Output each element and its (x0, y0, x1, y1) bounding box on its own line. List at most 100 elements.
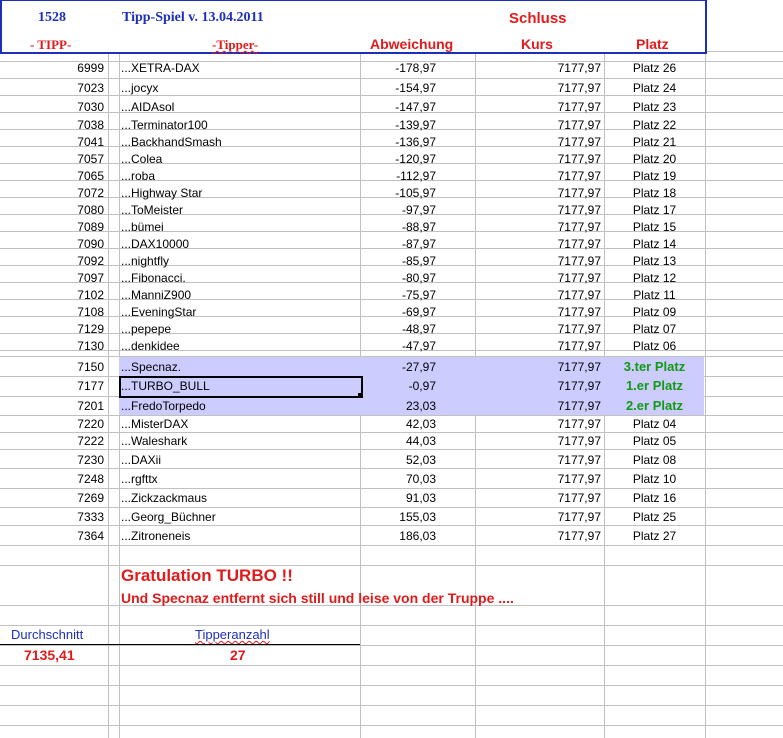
abweichung-cell[interactable]: -69,97 (362, 303, 436, 321)
platz-cell[interactable]: Platz 09 (606, 303, 703, 321)
abweichung-cell[interactable]: 91,03 (362, 489, 436, 507)
kurs-cell[interactable]: 7177,97 (477, 508, 601, 526)
tipp-cell[interactable]: 7269 (0, 489, 104, 507)
abweichung-cell[interactable]: -147,97 (362, 98, 436, 116)
platz-cell[interactable]: Platz 20 (606, 150, 703, 168)
tipp-cell[interactable]: 7108 (0, 303, 104, 321)
abweichung-cell[interactable]: 44,03 (362, 432, 436, 450)
kurs-cell[interactable]: 7177,97 (477, 252, 601, 270)
column-header-tipper[interactable]: -Tipper- (212, 37, 258, 53)
abweichung-cell[interactable]: -47,97 (362, 337, 436, 355)
tipper-cell[interactable]: ...pepepe (121, 320, 357, 338)
tipp-cell[interactable]: 7364 (0, 527, 104, 545)
tipp-cell[interactable]: 7201 (0, 397, 104, 415)
kurs-cell[interactable]: 7177,97 (477, 415, 601, 433)
tipp-cell[interactable]: 7097 (0, 269, 104, 287)
tipp-cell[interactable]: 7230 (0, 451, 104, 469)
tipp-cell[interactable]: 7102 (0, 286, 104, 304)
tipp-cell[interactable]: 7092 (0, 252, 104, 270)
platz-cell[interactable]: Platz 08 (606, 451, 703, 469)
platz-cell[interactable]: 3.ter Platz (606, 358, 703, 376)
tipp-cell[interactable]: 7222 (0, 432, 104, 450)
kurs-cell[interactable]: 7177,97 (477, 116, 601, 134)
column-header-tipp[interactable]: - TIPP- (30, 37, 71, 53)
kurs-cell[interactable]: 7177,97 (477, 320, 601, 338)
tipp-cell[interactable]: 7057 (0, 150, 104, 168)
platz-cell[interactable]: Platz 14 (606, 235, 703, 253)
kurs-cell[interactable]: 7177,97 (477, 269, 601, 287)
tipp-cell[interactable]: 7333 (0, 508, 104, 526)
platz-cell[interactable]: Platz 12 (606, 269, 703, 287)
tipp-cell[interactable]: 7130 (0, 337, 104, 355)
kurs-cell[interactable]: 7177,97 (477, 397, 601, 415)
tipp-cell[interactable]: 7030 (0, 98, 104, 116)
tipper-cell[interactable]: ...jocyx (121, 79, 357, 97)
tipper-cell[interactable]: ...BackhandSmash (121, 133, 357, 151)
abweichung-cell[interactable]: -80,97 (362, 269, 436, 287)
kurs-cell[interactable]: 7177,97 (477, 79, 601, 97)
column-header-platz[interactable]: Platz (636, 36, 669, 52)
platz-cell[interactable]: Platz 11 (606, 286, 703, 304)
tipper-cell[interactable]: ...Waleshark (121, 432, 357, 450)
abweichung-cell[interactable]: 52,03 (362, 451, 436, 469)
column-header-kurs[interactable]: Kurs (521, 36, 553, 52)
abweichung-cell[interactable]: -87,97 (362, 235, 436, 253)
tipperanzahl-value[interactable]: 27 (230, 646, 246, 664)
tipp-cell[interactable]: 7072 (0, 184, 104, 202)
kurs-cell[interactable]: 7177,97 (477, 218, 601, 236)
tipp-cell[interactable]: 7089 (0, 218, 104, 236)
kurs-cell[interactable]: 7177,97 (477, 201, 601, 219)
tipper-cell[interactable]: ...denkidee (121, 337, 357, 355)
tipp-cell[interactable]: 7065 (0, 167, 104, 185)
tipper-cell[interactable]: ...ManniZ900 (121, 286, 357, 304)
abweichung-cell[interactable]: 155,03 (362, 508, 436, 526)
abweichung-cell[interactable]: -154,97 (362, 79, 436, 97)
abweichung-cell[interactable]: -75,97 (362, 286, 436, 304)
tipper-cell[interactable]: ...FredoTorpedo (121, 397, 357, 415)
platz-cell[interactable]: Platz 18 (606, 184, 703, 202)
tipper-cell[interactable]: ...DAX10000 (121, 235, 357, 253)
platz-cell[interactable]: Platz 23 (606, 98, 703, 116)
abweichung-cell[interactable]: 23,03 (362, 397, 436, 415)
kurs-cell[interactable]: 7177,97 (477, 303, 601, 321)
abweichung-cell[interactable]: -139,97 (362, 116, 436, 134)
platz-cell[interactable]: 1.er Platz (606, 377, 703, 395)
tipper-cell[interactable]: ...AIDAsol (121, 98, 357, 116)
column-header-abweichung[interactable]: Abweichung (370, 36, 453, 52)
tipper-cell[interactable]: ...Zickzackmaus (121, 489, 357, 507)
platz-cell[interactable]: Platz 06 (606, 337, 703, 355)
platz-cell[interactable]: Platz 21 (606, 133, 703, 151)
platz-cell[interactable]: Platz 26 (606, 59, 703, 77)
platz-cell[interactable]: Platz 10 (606, 470, 703, 488)
kurs-cell[interactable]: 7177,97 (477, 358, 601, 376)
platz-cell[interactable]: Platz 15 (606, 218, 703, 236)
tipper-cell[interactable]: ...Terminator100 (121, 116, 357, 134)
platz-cell[interactable]: Platz 16 (606, 489, 703, 507)
abweichung-cell[interactable]: 186,03 (362, 527, 436, 545)
tipp-cell[interactable]: 7129 (0, 320, 104, 338)
tipper-cell[interactable]: ...Fibonacci. (121, 269, 357, 287)
kurs-cell[interactable]: 7177,97 (477, 489, 601, 507)
tipp-cell[interactable]: 7090 (0, 235, 104, 253)
durchschnitt-value[interactable]: 7135,41 (24, 646, 75, 664)
tipp-cell[interactable]: 7177 (0, 377, 104, 395)
tipp-cell[interactable]: 7150 (0, 358, 104, 376)
tipper-cell[interactable]: ...Zitroneneis (121, 527, 357, 545)
abweichung-cell[interactable]: -136,97 (362, 133, 436, 151)
tipper-cell[interactable]: ...MisterDAX (121, 415, 357, 433)
abweichung-cell[interactable]: -27,97 (362, 358, 436, 376)
kurs-cell[interactable]: 7177,97 (477, 451, 601, 469)
kurs-cell[interactable]: 7177,97 (477, 235, 601, 253)
kurs-cell[interactable]: 7177,97 (477, 286, 601, 304)
platz-cell[interactable]: Platz 24 (606, 79, 703, 97)
abweichung-cell[interactable]: -97,97 (362, 201, 436, 219)
tipp-cell[interactable]: 7038 (0, 116, 104, 134)
tipper-cell[interactable]: ...EveningStar (121, 303, 357, 321)
fill-handle[interactable] (358, 393, 363, 398)
abweichung-cell[interactable]: -112,97 (362, 167, 436, 185)
tipper-cell[interactable]: ...roba (121, 167, 357, 185)
abweichung-cell[interactable]: -48,97 (362, 320, 436, 338)
kurs-cell[interactable]: 7177,97 (477, 527, 601, 545)
tipper-cell[interactable]: ...bümei (121, 218, 357, 236)
tipp-cell[interactable]: 7248 (0, 470, 104, 488)
